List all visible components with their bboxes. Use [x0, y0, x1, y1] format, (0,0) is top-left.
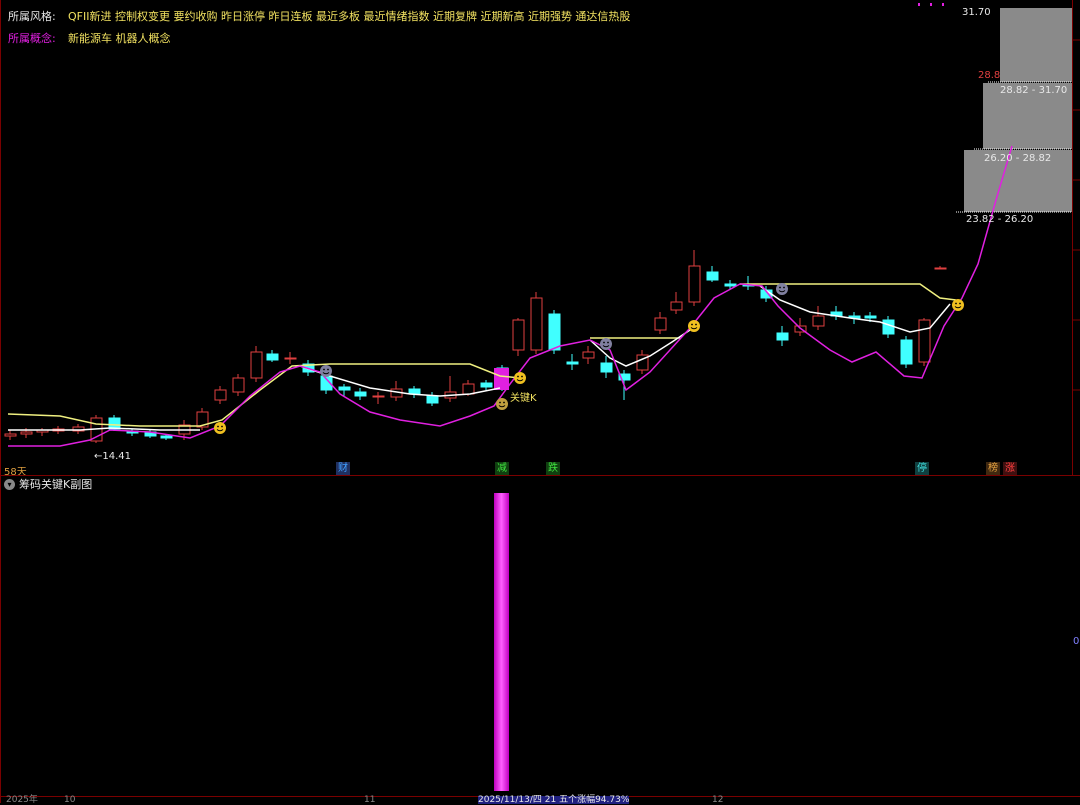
key-k-volume-bar[interactable]: [494, 493, 509, 791]
sub-panel-chart: [0, 475, 1080, 791]
